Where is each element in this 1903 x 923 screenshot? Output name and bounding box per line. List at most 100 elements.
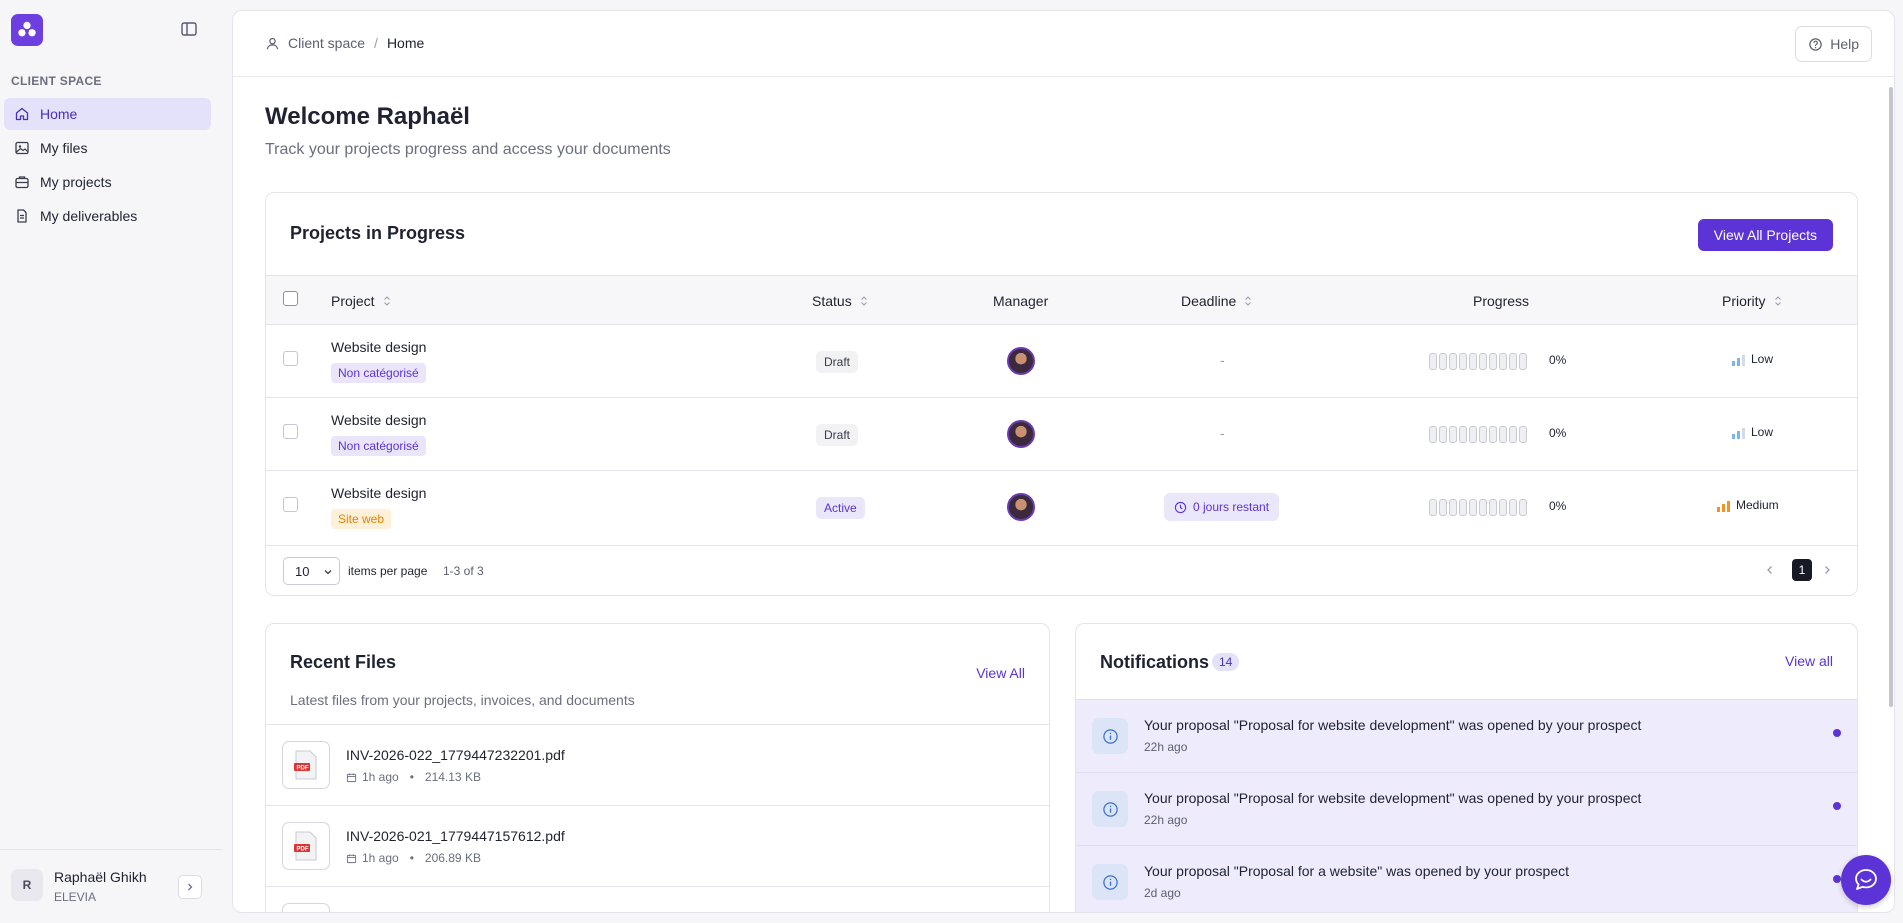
sidebar-item-my-projects[interactable]: My projects (4, 166, 211, 198)
column-priority[interactable]: Priority (1722, 293, 1782, 309)
view-all-files-link[interactable]: View All (976, 665, 1025, 681)
select-all-checkbox[interactable] (283, 291, 298, 306)
file-meta: 1h ago • 214.13 KB (346, 770, 481, 784)
notification-time: 22h ago (1144, 740, 1188, 754)
list-item[interactable] (266, 886, 1049, 912)
project-name[interactable]: Website design (331, 485, 426, 501)
sort-icon (383, 296, 390, 306)
chat-support-button[interactable] (1841, 855, 1891, 905)
table-row[interactable]: Website design Non catégorisé Draft - 0%… (266, 398, 1857, 471)
table-footer: 10 items per page 1-3 of 3 1 (266, 545, 1857, 595)
pdf-icon (282, 903, 330, 912)
project-tag: Site web (331, 509, 392, 529)
page-subtitle: Track your projects progress and access … (265, 141, 671, 158)
deadline-value: - (1220, 425, 1225, 441)
project-name[interactable]: Website design (331, 412, 426, 428)
projects-card: Projects in Progress View All Projects P… (265, 192, 1858, 596)
row-checkbox[interactable] (283, 497, 298, 512)
notification-text: Your proposal "Proposal for a website" w… (1144, 863, 1570, 879)
table-row[interactable]: Website design Non catégorisé Draft - 0%… (266, 325, 1857, 398)
breadcrumb: Client space / Home (265, 35, 424, 51)
chevron-right-icon[interactable] (1821, 564, 1833, 576)
column-label: Deadline (1181, 293, 1237, 309)
main-panel: Client space / Home Help Welcome Raphaël… (232, 10, 1895, 913)
priority-label: Low (1751, 425, 1774, 439)
user-icon (266, 37, 279, 49)
avatar: R (11, 869, 43, 901)
user-menu-button[interactable] (178, 875, 202, 899)
sidebar-nav: Home My files My projects My deliverable… (4, 98, 211, 234)
file-size: 214.13 KB (424, 770, 481, 784)
sidebar-item-label: My files (40, 140, 88, 156)
projects-title: Projects in Progress (290, 223, 466, 243)
list-item[interactable]: PDF INV-2026-022_1779447232201.pdf 1h ag… (266, 724, 1049, 805)
sidebar-item-my-files[interactable]: My files (4, 132, 211, 164)
breadcrumb-home: Home (386, 35, 425, 51)
notification-item[interactable]: Your proposal "Proposal for a website" w… (1076, 845, 1857, 912)
column-project[interactable]: Project (331, 293, 391, 309)
notification-time: 22h ago (1144, 813, 1188, 827)
notification-item[interactable]: Your proposal "Proposal for website deve… (1076, 772, 1857, 845)
priority-bars-icon (1717, 501, 1730, 512)
chevron-left-icon[interactable] (1764, 564, 1776, 576)
pdf-icon: PDF (282, 822, 330, 870)
sidebar-item-home[interactable]: Home (4, 98, 211, 130)
user-name: Raphaël Ghikh (54, 869, 147, 885)
column-deadline[interactable]: Deadline (1181, 293, 1252, 309)
notification-text: Your proposal "Proposal for website deve… (1144, 717, 1642, 733)
page-title: Welcome Raphaël (265, 103, 470, 130)
briefcase-icon (15, 176, 29, 189)
file-name: INV-2026-022_1779447232201.pdf (346, 747, 565, 763)
main-scrollbar[interactable] (1886, 77, 1894, 912)
sidebar: CLIENT SPACE Home My files My projects M… (0, 0, 222, 923)
column-label: Priority (1722, 293, 1766, 309)
column-manager: Manager (993, 293, 1048, 309)
info-icon (1092, 864, 1128, 900)
manager-avatar[interactable] (1007, 347, 1035, 375)
table-row[interactable]: Website design Site web Active 0 jours r… (266, 471, 1857, 544)
progress-bar (1429, 426, 1527, 443)
chevron-right-icon (188, 883, 193, 891)
calendar-icon (346, 853, 357, 863)
project-name[interactable]: Website design (331, 339, 426, 355)
sidebar-item-my-deliverables[interactable]: My deliverables (4, 200, 211, 232)
app-logo[interactable] (11, 14, 43, 46)
row-checkbox[interactable] (283, 351, 298, 366)
recent-files-subtitle: Latest files from your projects, invoice… (290, 692, 635, 708)
breadcrumb-client-space[interactable]: Client space (288, 35, 365, 51)
notifications-title: Notifications (1100, 652, 1210, 672)
per-page-value: 10 (295, 563, 310, 579)
document-icon (17, 209, 27, 223)
file-time: 1h ago (362, 851, 399, 865)
recent-files-card: Recent Files Latest files from your proj… (265, 623, 1050, 912)
logo-icon (18, 21, 36, 37)
chevron-down-icon (324, 570, 332, 575)
file-time: 1h ago (362, 770, 399, 784)
pagination-page-button[interactable]: 1 (1792, 559, 1812, 581)
items-per-page-select[interactable]: 10 (283, 557, 340, 585)
progress-bar (1429, 353, 1527, 370)
sort-icon (1245, 296, 1252, 306)
view-all-notifications-link[interactable]: View all (1785, 653, 1833, 669)
manager-avatar[interactable] (1007, 420, 1035, 448)
user-profile[interactable]: R Raphaël Ghikh ELEVIA (0, 849, 222, 923)
image-icon (15, 141, 29, 155)
sidebar-item-label: My projects (40, 174, 112, 190)
row-checkbox[interactable] (283, 424, 298, 439)
recent-files-title: Recent Files (290, 652, 397, 672)
scroll-thumb[interactable] (1889, 87, 1893, 707)
column-label: Manager (993, 293, 1049, 309)
progress-percent: 0% (1549, 353, 1567, 367)
view-all-projects-button[interactable]: View All Projects (1697, 219, 1833, 251)
sidebar-toggle-icon[interactable] (180, 20, 198, 38)
column-label: Project (331, 293, 375, 309)
manager-avatar[interactable] (1007, 493, 1035, 521)
priority-indicator: Medium (1717, 498, 1779, 512)
column-status[interactable]: Status (812, 293, 868, 309)
status-badge: Draft (816, 424, 859, 446)
section-label: CLIENT SPACE (11, 74, 102, 88)
help-button[interactable]: Help (1795, 26, 1872, 62)
notification-item[interactable]: Your proposal "Proposal for website deve… (1076, 699, 1857, 772)
file-name: INV-2026-021_1779447157612.pdf (346, 828, 565, 844)
list-item[interactable]: PDF INV-2026-021_1779447157612.pdf 1h ag… (266, 805, 1049, 886)
